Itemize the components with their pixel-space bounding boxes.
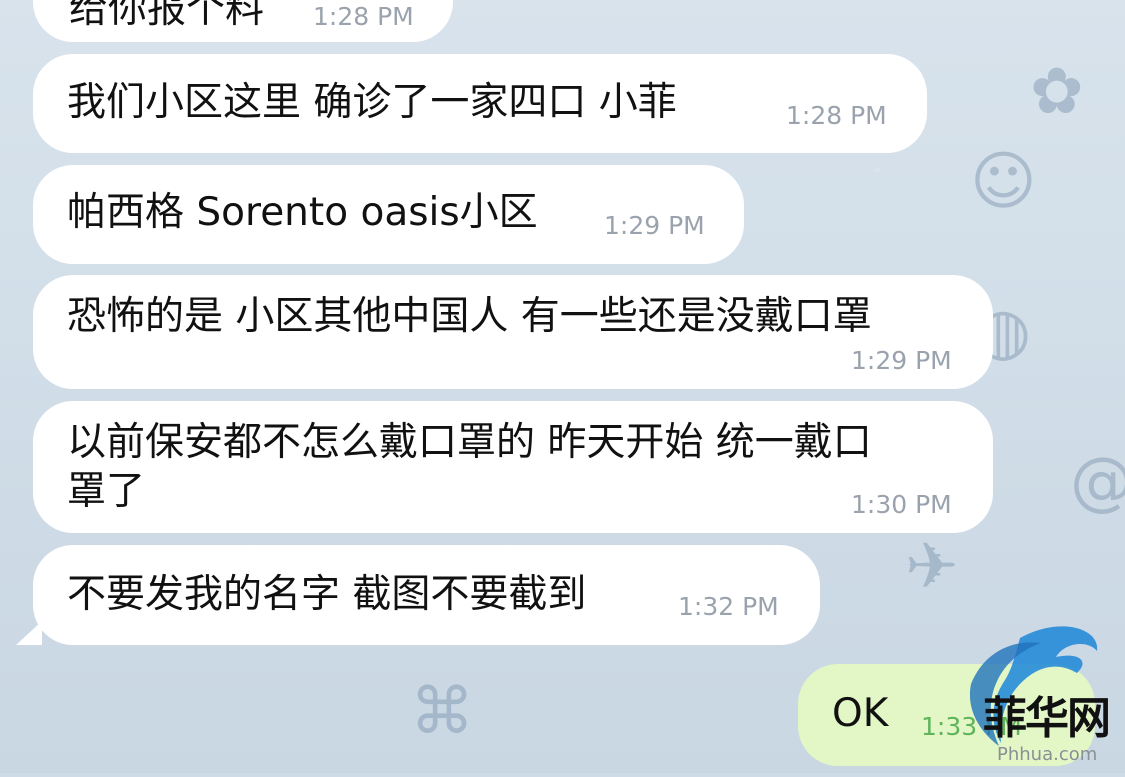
message-bubble[interactable]: 帕西格 Sorento oasis小区 1:29 PM <box>33 165 744 264</box>
message-bubble[interactable]: 以前保安都不怎么戴口罩的 昨天开始 统一戴口 罩了 1:30 PM <box>33 401 993 533</box>
doodle-swirl-icon: @ <box>1070 450 1125 514</box>
message-text: 不要发我的名字 截图不要截到 <box>67 572 587 617</box>
watermark-brand: 菲华网 <box>983 693 1111 744</box>
message-text-line-1: 以前保安都不怎么戴口罩的 昨天开始 统一戴口 <box>67 420 872 465</box>
watermark-domain: Phhua.com <box>997 744 1098 765</box>
doodle-bone-icon: ⌘ <box>410 675 474 749</box>
doodle-plane-icon: ✈ <box>905 530 959 604</box>
outgoing-message-text: OK <box>832 691 889 736</box>
message-bubble[interactable]: 不要发我的名字 截图不要截到 1:32 PM <box>33 545 820 645</box>
message-timestamp: 1:29 PM <box>604 211 705 240</box>
message-timestamp: 1:28 PM <box>786 101 887 130</box>
doodle-paw-icon: ✿ <box>1030 55 1084 129</box>
doodle-cat-icon: ☺ <box>970 145 1037 219</box>
message-text-line-2: 罩了 <box>67 469 146 514</box>
message-bubble[interactable]: 恐怖的是 小区其他中国人 有一些还是没戴口罩 1:29 PM <box>33 275 993 389</box>
message-timestamp: 1:32 PM <box>678 592 779 621</box>
message-text: 恐怖的是 小区其他中国人 有一些还是没戴口罩 <box>67 294 872 339</box>
message-bubble[interactable]: 给你报个料 1:28 PM <box>33 0 453 42</box>
message-timestamp: 1:30 PM <box>851 490 952 519</box>
message-tail <box>16 621 42 645</box>
message-bubble[interactable]: 我们小区这里 确诊了一家四口 小菲 1:28 PM <box>33 54 927 153</box>
message-text: 帕西格 Sorento oasis小区 <box>67 190 538 235</box>
message-text: 给你报个料 <box>69 0 265 32</box>
message-text: 我们小区这里 确诊了一家四口 小菲 <box>67 80 677 125</box>
message-timestamp: 1:29 PM <box>851 346 952 375</box>
message-timestamp: 1:28 PM <box>313 2 414 31</box>
watermark-logo: 菲华网 Phhua.com <box>915 618 1125 773</box>
